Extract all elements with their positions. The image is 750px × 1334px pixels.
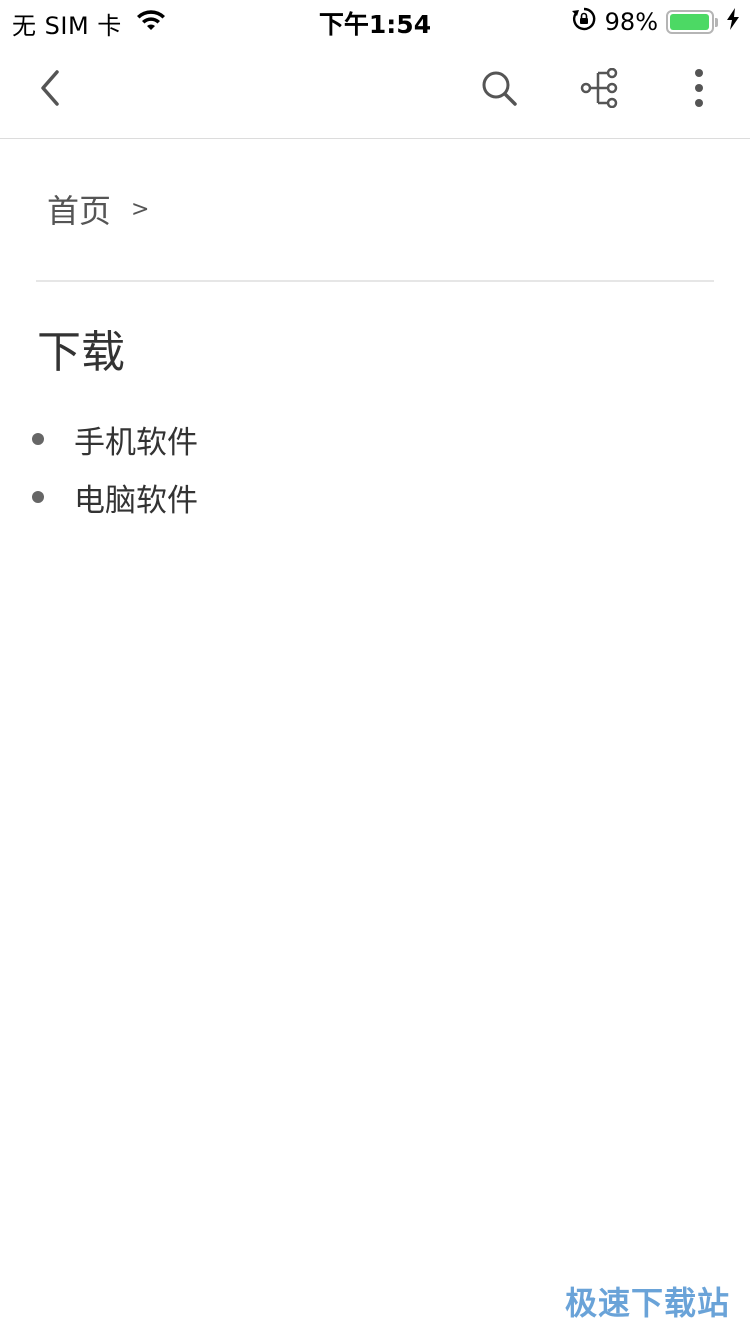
watermark: 极速下载站 (564, 1284, 730, 1322)
content-list: 手机软件 电脑软件 (32, 410, 198, 526)
rotation-lock-icon (571, 6, 597, 38)
list-item[interactable]: 手机软件 (32, 410, 198, 468)
bullet-icon (32, 433, 44, 445)
battery-percent: 98% (604, 8, 658, 36)
breadcrumb: 首页 > (47, 186, 149, 232)
screen: 无 SIM 卡 下午1:54 98% 首页 > 下载 手机软件 电脑软件 极速下… (0, 0, 750, 1334)
breadcrumb-home-link[interactable]: 首页 (47, 186, 111, 232)
list-item-label[interactable]: 电脑软件 (74, 475, 198, 520)
page-title: 下载 (37, 327, 125, 378)
more-options-button[interactable] (677, 68, 721, 112)
tree-structure-icon (578, 67, 620, 112)
more-vertical-icon (693, 68, 705, 112)
back-arrow-icon (35, 68, 65, 112)
charging-bolt-icon (726, 8, 740, 36)
status-bar: 无 SIM 卡 下午1:54 98% (0, 0, 750, 40)
divider (36, 280, 714, 282)
battery-icon (666, 10, 718, 34)
search-icon (479, 68, 519, 112)
outline-button[interactable] (577, 67, 621, 112)
bullet-icon (32, 491, 44, 503)
app-bar (0, 40, 750, 139)
breadcrumb-separator: > (131, 196, 150, 222)
search-button[interactable] (477, 68, 521, 112)
list-item-label[interactable]: 手机软件 (74, 417, 198, 462)
list-item[interactable]: 电脑软件 (32, 468, 198, 526)
status-right: 98% (571, 6, 740, 38)
back-button[interactable] (28, 68, 72, 112)
battery-fill (670, 14, 710, 30)
